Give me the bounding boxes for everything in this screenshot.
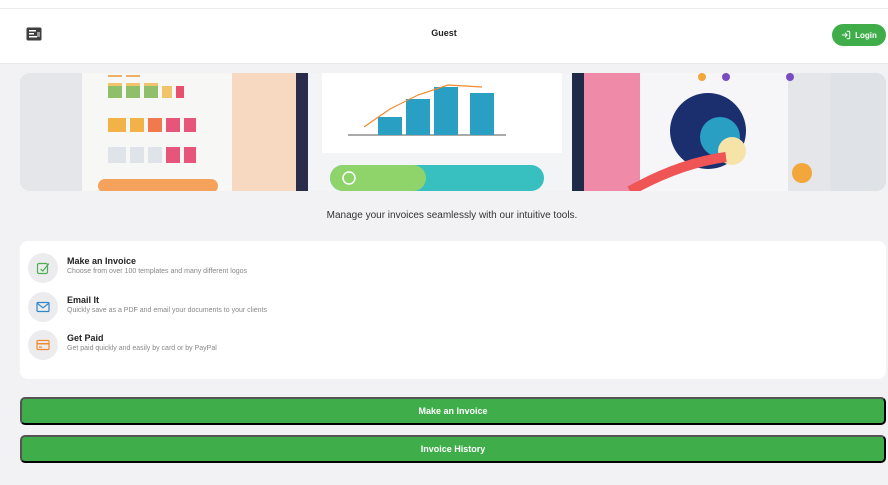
feature-title: Make an Invoice xyxy=(67,256,137,266)
login-button[interactable]: Login xyxy=(832,24,886,46)
edit-icon xyxy=(28,253,58,283)
feature-make-invoice: Make an Invoice Choose from over 100 tem… xyxy=(28,253,848,287)
top-divider xyxy=(0,8,888,9)
feature-description: Get paid quickly and easily by card or b… xyxy=(67,345,217,352)
feature-email-it: Email It Quickly save as a PDF and email… xyxy=(28,292,848,326)
feature-title: Email It xyxy=(67,295,100,305)
feature-description: Quickly save as a PDF and email your doc… xyxy=(67,307,267,314)
invoice-history-button[interactable]: Invoice History xyxy=(20,435,886,463)
email-icon xyxy=(28,292,58,322)
feature-description: Choose from over 100 templates and many … xyxy=(67,268,248,275)
make-invoice-button[interactable]: Make an Invoice xyxy=(20,397,886,425)
feature-get-paid: Get Paid Get paid quickly and easily by … xyxy=(28,330,848,364)
feature-title: Get Paid xyxy=(67,333,104,343)
sign-in-icon xyxy=(841,30,851,40)
features-card: Make an Invoice Choose from over 100 tem… xyxy=(20,241,886,379)
tagline: Manage your invoices seamlessly with our… xyxy=(326,210,578,221)
invoice-illustration-banner xyxy=(20,73,886,191)
card-icon xyxy=(28,330,58,360)
top-bar: Guest Login xyxy=(0,0,888,64)
login-label: Login xyxy=(855,30,877,40)
page-title: Guest xyxy=(431,28,457,38)
